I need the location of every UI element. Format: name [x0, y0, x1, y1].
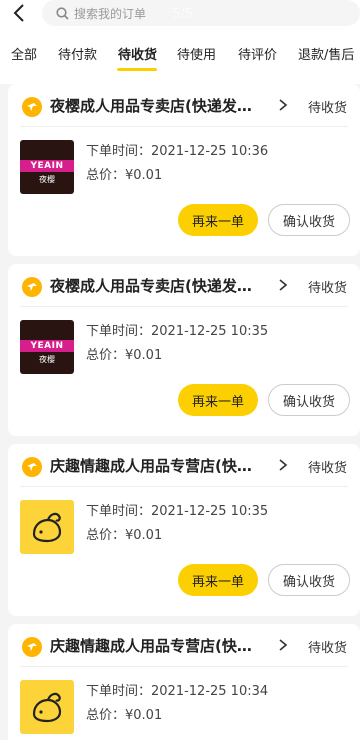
chevron-right-icon	[279, 99, 288, 111]
shop-header[interactable]: 夜樱成人用品专卖店(快递发… 待收货	[8, 84, 360, 126]
divider	[20, 486, 348, 487]
active-tab-indicator	[117, 68, 157, 71]
confirm-receipt-button[interactable]: 确认收货	[268, 564, 350, 596]
reorder-button[interactable]: 再来一单	[178, 204, 258, 236]
shop-header[interactable]: 庆趣情趣成人用品专营店(快… 待收货	[8, 624, 360, 666]
brand-logo-subtext: 夜樱	[39, 175, 55, 184]
tab-pending-payment[interactable]: 待付款	[58, 44, 97, 63]
product-thumbnail[interactable]: YEAIN 夜樱	[20, 320, 74, 374]
confirm-receipt-button[interactable]: 确认收货	[268, 384, 350, 416]
order-status: 待收货	[308, 641, 348, 656]
chevron-right-icon	[279, 459, 288, 471]
order-tabs: 全部 待付款 待收货 待使用 待评价 退款/售后	[0, 40, 360, 74]
shop-icon	[22, 97, 42, 117]
chevron-right-icon	[279, 639, 288, 651]
shop-name[interactable]: 庆趣情趣成人用品专营店(快…	[50, 455, 272, 476]
order-card[interactable]: 夜樱成人用品专卖店(快递发… 待收货 YEAIN 夜樱 下单时间：2021-12…	[8, 264, 360, 436]
product-thumbnail[interactable]	[20, 500, 74, 554]
product-thumbnail[interactable]: YEAIN 夜樱	[20, 140, 74, 194]
divider	[20, 666, 348, 667]
back-button[interactable]	[4, 0, 34, 26]
order-total: 总价：¥0.01	[86, 348, 163, 363]
divider	[20, 126, 348, 127]
order-status: 待收货	[308, 461, 348, 476]
order-total: 总价：¥0.01	[86, 528, 163, 543]
shop-icon	[22, 277, 42, 297]
order-time: 下单时间：2021-12-25 10:35	[86, 324, 269, 339]
shop-name[interactable]: 夜樱成人用品专卖店(快递发…	[50, 95, 272, 116]
tab-pending-use[interactable]: 待使用	[177, 44, 216, 63]
brand-logo-icon	[32, 692, 62, 723]
tab-refund-aftersale[interactable]: 退款/售后	[298, 44, 354, 63]
order-status: 待收货	[308, 101, 348, 116]
shop-header[interactable]: 庆趣情趣成人用品专营店(快… 待收货	[8, 444, 360, 486]
search-placeholder: 搜索我的订单	[74, 6, 147, 21]
header: 搜索我的订单 5/5 全部 待付款 待收货 待使用 待评价 退款/售后	[0, 0, 360, 84]
tab-all[interactable]: 全部	[11, 44, 37, 63]
brand-logo-text: YEAIN	[20, 340, 74, 352]
reorder-button[interactable]: 再来一单	[178, 384, 258, 416]
chevron-right-icon	[279, 279, 288, 291]
order-time: 下单时间：2021-12-25 10:35	[86, 504, 269, 519]
shop-icon	[22, 457, 42, 477]
brand-logo-subtext: 夜樱	[39, 355, 55, 364]
order-time: 下单时间：2021-12-25 10:34	[86, 684, 269, 699]
brand-logo-icon	[32, 512, 62, 543]
order-card[interactable]: 庆趣情趣成人用品专营店(快… 待收货 下单时间：2021-12-25 10:35…	[8, 444, 360, 616]
order-time: 下单时间：2021-12-25 10:36	[86, 144, 269, 159]
shop-header[interactable]: 夜樱成人用品专卖店(快递发… 待收货	[8, 264, 360, 306]
order-status: 待收货	[308, 281, 348, 296]
chevron-left-icon	[13, 4, 24, 22]
brand-logo-text: YEAIN	[20, 160, 74, 172]
shop-name[interactable]: 夜樱成人用品专卖店(快递发…	[50, 275, 272, 296]
search-icon	[56, 6, 69, 20]
shop-name[interactable]: 庆趣情趣成人用品专营店(快…	[50, 635, 272, 656]
reorder-button[interactable]: 再来一单	[178, 564, 258, 596]
page-indicator: 5/5	[172, 7, 193, 22]
tab-pending-receipt[interactable]: 待收货	[118, 44, 157, 63]
order-total: 总价：¥0.01	[86, 168, 163, 183]
order-total: 总价：¥0.01	[86, 708, 163, 723]
order-card[interactable]: 夜樱成人用品专卖店(快递发… 待收货 YEAIN 夜樱 下单时间：2021-12…	[8, 84, 360, 256]
tab-pending-review[interactable]: 待评价	[238, 44, 277, 63]
shop-icon	[22, 637, 42, 657]
confirm-receipt-button[interactable]: 确认收货	[268, 204, 350, 236]
product-thumbnail[interactable]	[20, 680, 74, 734]
order-card[interactable]: 庆趣情趣成人用品专营店(快… 待收货 下单时间：2021-12-25 10:34…	[8, 624, 360, 740]
search-bar[interactable]: 搜索我的订单	[42, 0, 360, 26]
divider	[20, 306, 348, 307]
